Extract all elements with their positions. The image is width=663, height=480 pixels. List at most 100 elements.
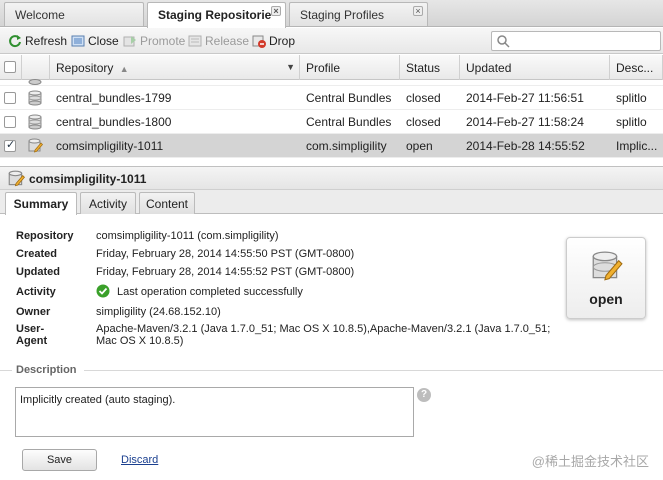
repository-icon	[28, 79, 42, 85]
repository-cell: comsimpligility-1011	[56, 139, 164, 153]
refresh-icon	[9, 35, 21, 48]
watermark: @稀土掘金技术社区	[531, 454, 649, 469]
search-icon	[497, 35, 510, 48]
select-all-cell	[0, 55, 22, 80]
tab-content[interactable]: Content	[139, 192, 195, 214]
tab-label: Activity	[88, 197, 127, 211]
user-agent-value: Apache-Maven/3.2.1 (Java 1.7.0_51; Mac O…	[96, 323, 551, 335]
row-checkbox[interactable]	[4, 138, 16, 152]
header-description[interactable]: Desc...	[610, 55, 663, 80]
sort-asc-icon: ▲	[119, 64, 129, 74]
close-label: Close	[88, 34, 119, 48]
tab-label: Staging Repositorie	[158, 8, 272, 22]
header-label: Status	[406, 61, 441, 75]
description-field[interactable]: Implicitly created (auto staging).	[15, 387, 414, 437]
created-value: Friday, February 28, 2014 14:55:50 PST (…	[96, 248, 355, 260]
close-icon[interactable]: ×	[271, 6, 281, 16]
repository-cell: central_bundles-1799	[56, 91, 172, 105]
repository-grid: Repository ▲ ▼ Profile Status Updated De…	[0, 55, 663, 158]
header-label: Profile	[306, 61, 341, 75]
header-profile[interactable]: Profile	[300, 55, 400, 80]
activity-value: Last operation completed successfully	[117, 286, 303, 298]
repository-edit-icon	[28, 138, 43, 153]
status-badge-label: open	[589, 291, 623, 307]
repository-label: Repository	[16, 230, 74, 242]
repository-cell: central_bundles-1800	[56, 115, 172, 129]
table-row[interactable]: central_bundles-1800 Central Bundles clo…	[0, 110, 663, 134]
tab-welcome[interactable]: Welcome	[4, 2, 144, 26]
tab-activity[interactable]: Activity	[80, 192, 136, 214]
updated-cell: 2014-Feb-28 14:55:52	[466, 139, 585, 153]
table-row[interactable]: comsimpligility-1011 com.simpligility op…	[0, 134, 663, 158]
tab-staging-repositories[interactable]: Staging Repositorie ×	[147, 2, 286, 28]
close-repo-icon	[71, 35, 85, 47]
header-status[interactable]: Status	[400, 55, 460, 80]
divider	[84, 370, 663, 371]
detail-title: comsimpligility-1011	[29, 172, 147, 186]
refresh-button[interactable]: Refresh	[8, 33, 67, 49]
select-all-checkbox[interactable]	[4, 61, 16, 73]
column-menu-icon[interactable]: ▼	[286, 62, 295, 72]
promote-label: Promote	[140, 34, 186, 48]
release-button[interactable]: Release	[188, 33, 249, 49]
divider	[0, 370, 12, 371]
tab-bar: Welcome Staging Repositorie × Staging Pr…	[0, 0, 663, 28]
owner-label: Owner	[16, 306, 51, 318]
drop-button[interactable]: Drop	[252, 33, 295, 49]
user-agent-label: Agent	[16, 335, 48, 347]
release-label: Release	[205, 34, 250, 48]
success-check-icon	[96, 284, 110, 298]
row-checkbox[interactable]	[4, 116, 16, 128]
repository-edit-icon	[592, 251, 623, 281]
repository-icon	[28, 90, 42, 106]
description-cell: splitlo	[616, 91, 647, 105]
tab-summary[interactable]: Summary	[5, 192, 77, 215]
detail-panel-header: comsimpligility-1011	[0, 166, 663, 190]
grid-header: Repository ▲ ▼ Profile Status Updated De…	[0, 55, 663, 80]
tab-label: Content	[145, 197, 189, 211]
drop-icon	[252, 35, 266, 48]
description-legend: Description	[16, 364, 77, 376]
header-repository[interactable]: Repository ▲ ▼	[50, 55, 300, 80]
release-icon	[188, 35, 202, 47]
updated-cell: 2014-Feb-27 11:56:51	[466, 91, 584, 105]
status-cell: open	[406, 139, 433, 153]
updated-value: Friday, February 28, 2014 14:55:52 PST (…	[96, 266, 355, 278]
profile-cell: Central Bundles	[306, 115, 392, 129]
repository-value: comsimpligility-1011 (com.simpligility)	[96, 230, 279, 242]
profile-cell: com.simpligility	[306, 139, 387, 153]
promote-icon	[123, 36, 136, 47]
created-label: Created	[16, 248, 57, 260]
table-row[interactable]: central_bundles-1799 Central Bundles clo…	[0, 86, 663, 110]
profile-cell: Central Bundles	[306, 91, 392, 105]
row-checkbox[interactable]	[4, 92, 16, 104]
refresh-label: Refresh	[25, 34, 68, 48]
status-badge: open	[566, 237, 646, 319]
discard-link[interactable]: Discard	[121, 454, 158, 466]
save-button[interactable]: Save	[22, 449, 97, 471]
activity-label: Activity	[16, 286, 56, 298]
promote-button[interactable]: Promote	[123, 33, 185, 49]
updated-label: Updated	[16, 266, 60, 278]
owner-value: simpligility (24.68.152.10)	[96, 306, 221, 318]
tab-staging-profiles[interactable]: Staging Profiles ×	[289, 2, 428, 26]
close-icon[interactable]: ×	[413, 6, 423, 16]
tab-label: Summary	[13, 197, 69, 211]
user-agent-label: User-	[16, 323, 45, 335]
header-updated[interactable]: Updated	[460, 55, 610, 80]
toolbar: Refresh Close Promote Release Drop	[0, 28, 663, 54]
close-button[interactable]: Close	[71, 33, 119, 49]
search-input[interactable]	[491, 31, 661, 51]
status-cell: closed	[406, 91, 441, 105]
updated-cell: 2014-Feb-27 11:58:24	[466, 115, 584, 129]
repository-edit-icon	[8, 170, 25, 187]
tab-label: Welcome	[15, 8, 65, 22]
repository-icon	[28, 114, 42, 130]
header-label: Repository	[56, 61, 114, 75]
drop-label: Drop	[269, 34, 296, 48]
save-label: Save	[46, 454, 73, 466]
help-icon[interactable]: ?	[417, 388, 431, 402]
user-agent-value: Mac OS X 10.8.5)	[96, 335, 184, 347]
tab-label: Staging Profiles	[300, 8, 385, 22]
description-cell: splitlo	[616, 115, 647, 129]
